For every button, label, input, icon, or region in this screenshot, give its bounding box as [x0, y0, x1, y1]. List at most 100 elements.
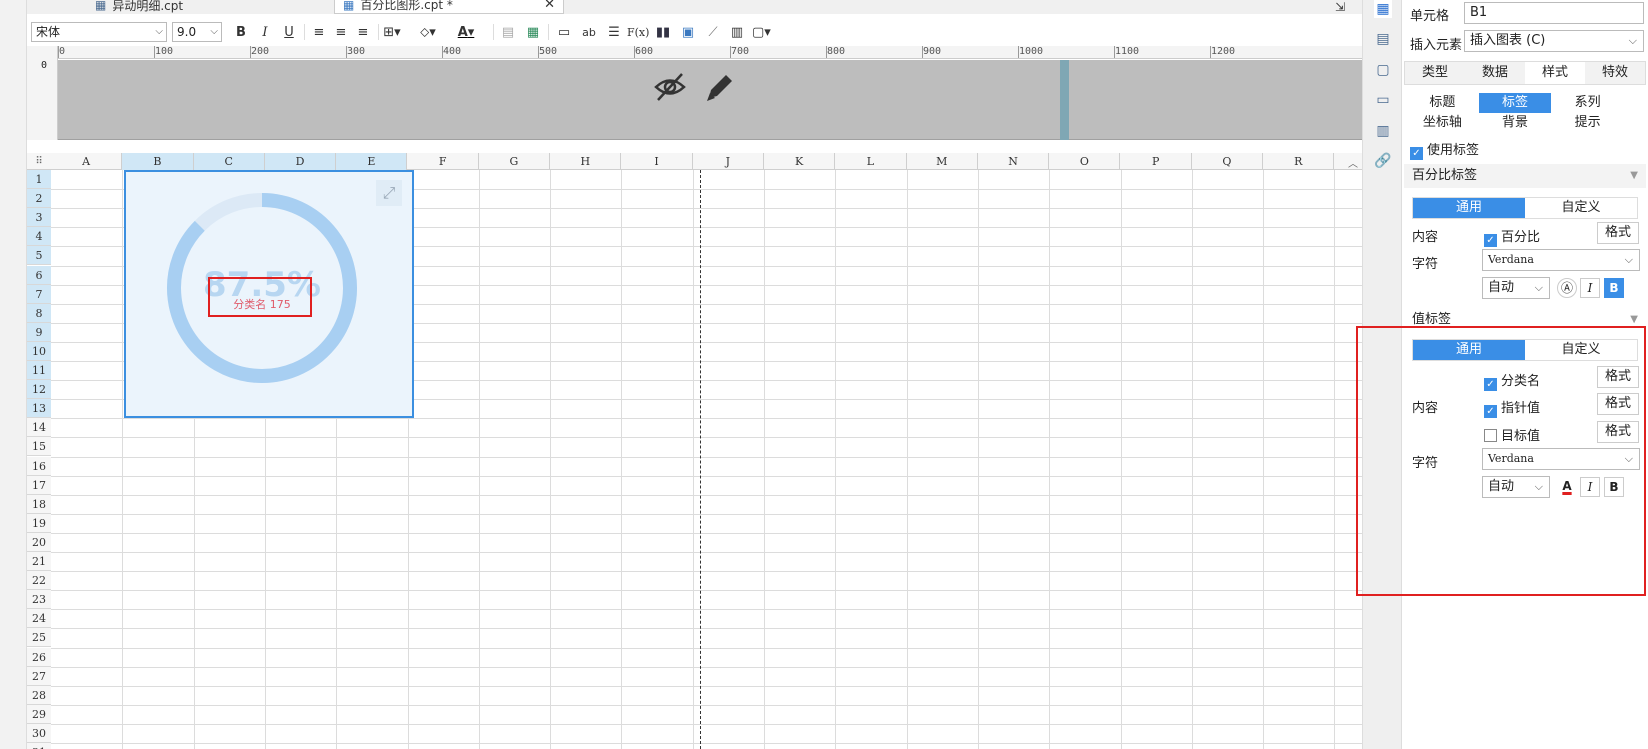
subtab-tooltip[interactable]: 提示	[1551, 113, 1624, 133]
column-header-d[interactable]: D	[264, 153, 337, 170]
column-header-f[interactable]: F	[408, 153, 479, 170]
bold-button[interactable]: B	[232, 22, 250, 42]
italic-button[interactable]: I	[256, 22, 274, 42]
row-header-22[interactable]: 22	[27, 571, 51, 591]
row-header-14[interactable]: 14	[27, 418, 51, 438]
column-header-g[interactable]: G	[479, 153, 551, 170]
widget-icon[interactable]: ▭	[1374, 91, 1392, 109]
cell-input[interactable]: B1	[1464, 2, 1644, 24]
column-header-q[interactable]: Q	[1192, 153, 1264, 170]
textbox-icon[interactable]: ▭	[555, 22, 573, 42]
column-header-a[interactable]: A	[51, 153, 123, 170]
row-header-9[interactable]: 9	[27, 322, 51, 342]
row-header-10[interactable]: 10	[27, 341, 51, 361]
subtab-series[interactable]: 系列	[1551, 93, 1624, 113]
table-grid-icon[interactable]: ▦	[524, 22, 542, 42]
column-header-o[interactable]: O	[1049, 153, 1121, 170]
hide-eye-icon[interactable]	[653, 70, 687, 112]
row-header-16[interactable]: 16	[27, 456, 51, 476]
edit-pencil-icon[interactable]	[703, 70, 735, 107]
mode-custom[interactable]: 自定义	[1525, 198, 1637, 218]
size-select[interactable]: 自动 ⌵	[1482, 277, 1550, 299]
align-right-icon[interactable]: ≡	[354, 22, 372, 42]
use-label-checkbox[interactable]: ✓ 使用标签	[1410, 139, 1479, 160]
percent-label-section[interactable]: 百分比标签 ▼	[1404, 164, 1646, 188]
fill-color-icon[interactable]: ⬦▾	[419, 22, 437, 42]
bold-button[interactable]: B	[1604, 278, 1624, 298]
row-header-8[interactable]: 8	[27, 303, 51, 323]
font-size-select[interactable]: 9.0 ⌵	[172, 22, 222, 42]
column-header-e[interactable]: E	[336, 153, 408, 170]
row-header-18[interactable]: 18	[27, 494, 51, 514]
row-header-13[interactable]: 13	[27, 399, 51, 419]
close-icon[interactable]: ✕	[544, 0, 555, 12]
row-header-11[interactable]: 11	[27, 361, 51, 380]
pin-icon[interactable]: ⇲	[1335, 0, 1345, 14]
format-button[interactable]: 格式	[1597, 222, 1639, 244]
tab-data[interactable]: 数据	[1465, 62, 1525, 84]
row-header-4[interactable]: 4	[27, 227, 51, 247]
scroll-up-icon[interactable]: ︿	[1348, 155, 1358, 170]
row-header-7[interactable]: 7	[27, 284, 51, 304]
row-header-3[interactable]: 3	[27, 208, 51, 228]
percent-checkbox[interactable]: ✓ 百分比	[1484, 226, 1540, 247]
spreadsheet-grid[interactable]: ⠿ ABCDEFGHIJKLMNOPQR ︿ 1 2 3 4 5 6 7 8 9 10 11 12 13…	[27, 153, 1362, 749]
row-header-20[interactable]: 20	[27, 532, 51, 552]
font-select[interactable]: Verdana ⌵	[1482, 249, 1640, 271]
row-header-6[interactable]: 6	[27, 265, 51, 285]
text-color-button[interactable]: A ▾	[457, 22, 475, 42]
subtab-background[interactable]: 背景	[1479, 113, 1552, 133]
column-header-p[interactable]: P	[1121, 153, 1192, 170]
text-ab-button[interactable]: ab	[580, 22, 598, 42]
tab-style[interactable]: 样式	[1525, 62, 1585, 84]
row-header-23[interactable]: 23	[27, 590, 51, 610]
row-header-17[interactable]: 17	[27, 475, 51, 495]
formula-button[interactable]: F(x)	[627, 22, 649, 42]
column-header-k[interactable]: K	[764, 153, 836, 170]
subtab-title[interactable]: 标题	[1406, 93, 1479, 113]
row-header-1[interactable]: 1	[27, 170, 51, 189]
font-name-select[interactable]: 宋体 ⌵	[31, 22, 167, 42]
tab-file-2[interactable]: ▦ 百分比图形.cpt * ✕	[334, 0, 564, 14]
align-center-icon[interactable]: ≡	[332, 22, 350, 42]
subreport-icon[interactable]: ▥	[728, 22, 746, 42]
column-header-j[interactable]: J	[693, 153, 764, 170]
row-header-21[interactable]: 21	[27, 552, 51, 571]
image-icon[interactable]: ▣	[679, 22, 697, 42]
tab-effect[interactable]: 特效	[1585, 62, 1645, 84]
border-style-icon[interactable]: ▢▾	[752, 22, 771, 42]
row-header-15[interactable]: 15	[27, 437, 51, 457]
row-header-29[interactable]: 29	[27, 704, 51, 724]
column-header-i[interactable]: I	[621, 153, 693, 170]
tab-type[interactable]: 类型	[1405, 62, 1465, 84]
row-header-26[interactable]: 26	[27, 647, 51, 667]
italic-button[interactable]: I	[1580, 278, 1600, 298]
column-header-n[interactable]: N	[978, 153, 1050, 170]
column-header-h[interactable]: H	[550, 153, 622, 170]
row-header-24[interactable]: 24	[27, 609, 51, 629]
expand-icon[interactable]: ⤢	[376, 180, 402, 206]
column-header-m[interactable]: M	[907, 153, 978, 170]
slash-icon[interactable]: ⟋	[704, 22, 722, 42]
border-icon[interactable]: ⊞▾	[383, 22, 401, 42]
row-header-12[interactable]: 12	[27, 380, 51, 400]
subtab-axis[interactable]: 坐标轴	[1406, 113, 1479, 133]
cell-attribute-icon[interactable]: ▤	[1374, 30, 1392, 48]
subtab-label[interactable]: 标签	[1478, 93, 1552, 113]
row-header-31[interactable]: 31	[27, 743, 51, 749]
float-element-icon[interactable]: ▢	[1374, 61, 1392, 79]
paragraph-icon[interactable]: ☰	[605, 22, 623, 42]
row-header-25[interactable]: 25	[27, 628, 51, 648]
row-header-30[interactable]: 30	[27, 723, 51, 743]
select-all-icon[interactable]: ⠿	[27, 153, 51, 170]
align-left-icon[interactable]: ≡	[310, 22, 328, 42]
column-header-r[interactable]: R	[1263, 153, 1335, 170]
column-header-l[interactable]: L	[835, 153, 907, 170]
mode-general[interactable]: 通用	[1413, 198, 1525, 218]
condition-icon[interactable]: ▥	[1374, 122, 1392, 140]
row-header-27[interactable]: 27	[27, 666, 51, 686]
row-header-2[interactable]: 2	[27, 189, 51, 209]
bar-chart-icon[interactable]: ▮▮	[654, 22, 672, 42]
row-header-28[interactable]: 28	[27, 685, 51, 705]
underline-button[interactable]: U	[280, 22, 298, 42]
